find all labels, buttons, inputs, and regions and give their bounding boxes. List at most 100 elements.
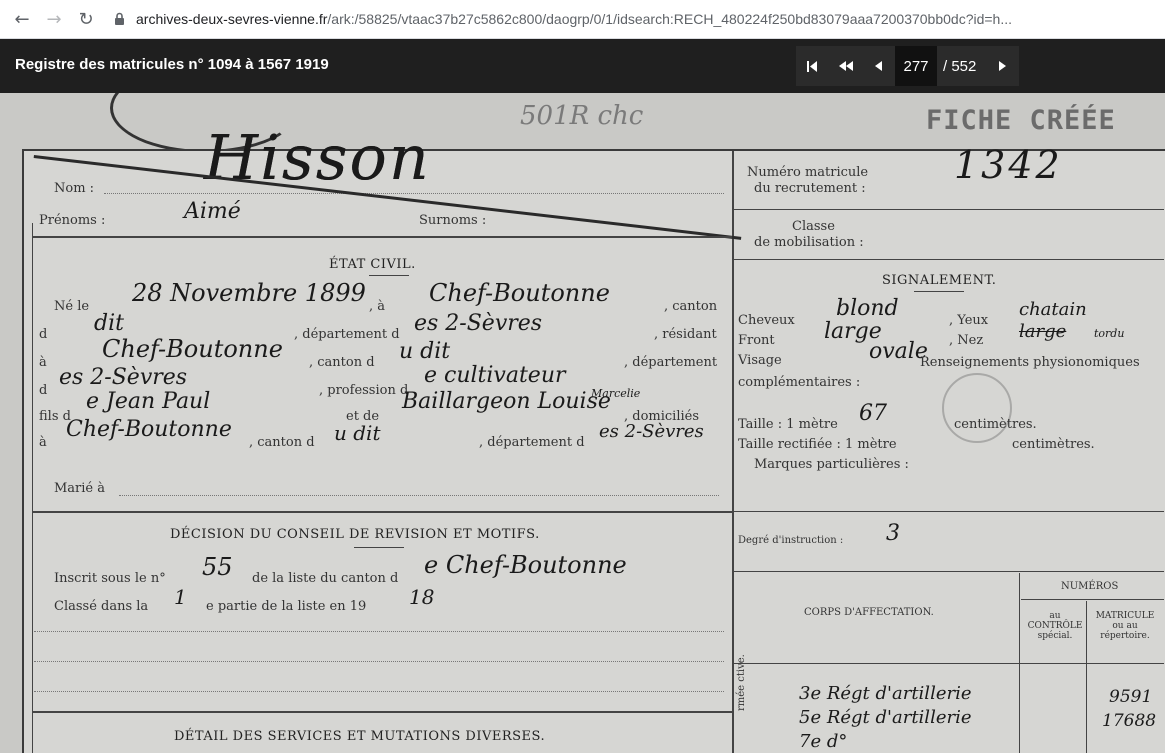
divider-2 bbox=[32, 511, 732, 513]
etat-civil-heading: ÉTAT CIVIL. bbox=[329, 257, 416, 272]
dept-hand: es 2-Sèvres bbox=[414, 311, 543, 336]
centimetres2-label: centimètres. bbox=[1012, 437, 1095, 452]
corps2-hand: 5e Régt d'artillerie bbox=[799, 707, 972, 728]
back-arrow-icon[interactable]: ← bbox=[6, 3, 38, 35]
forward-arrow-icon[interactable]: → bbox=[38, 3, 70, 35]
page-total: / 552 bbox=[943, 57, 977, 75]
prenom-handwriting: Aimé bbox=[184, 199, 241, 224]
rewind-icon[interactable] bbox=[829, 46, 862, 86]
matricule-rep-label: MATRICULE ou au répertoire. bbox=[1095, 611, 1155, 641]
visage-label: Visage bbox=[738, 353, 782, 368]
partie-label: e partie de la liste en 19 bbox=[206, 599, 367, 614]
first-page-icon[interactable] bbox=[796, 46, 829, 86]
document-title: Registre des matricules n° 1094 à 1567 1… bbox=[15, 56, 329, 73]
classe-dans-label: Classé dans la bbox=[54, 599, 149, 614]
centimetres-label: centimètres. bbox=[954, 417, 1037, 432]
du-recrutement-label: du recrutement : bbox=[754, 181, 866, 196]
surnoms-label: Surnoms : bbox=[419, 213, 487, 228]
signalement-underline bbox=[914, 291, 964, 292]
classe-label: Classe bbox=[792, 219, 835, 234]
previous-page-icon[interactable] bbox=[862, 46, 895, 86]
nom-label: Nom : bbox=[54, 181, 95, 196]
url-path: /ark:/58825/vtaac37b27c5862c800/daogrp/0… bbox=[327, 11, 1013, 27]
divider-3 bbox=[32, 711, 732, 713]
front-label: Front bbox=[738, 333, 775, 348]
signalement-heading: SIGNALEMENT. bbox=[882, 273, 997, 288]
url-field[interactable]: archives-deux-sevres-vienne.fr/ark:/5882… bbox=[136, 11, 1012, 27]
detail-heading: DÉTAIL DES SERVICES ET MUTATIONS DIVERSE… bbox=[174, 729, 546, 744]
d2-label: d bbox=[39, 383, 48, 398]
taille-hand: 67 bbox=[859, 401, 887, 426]
prenoms-label: Prénoms : bbox=[39, 213, 106, 228]
viewer-toolbar: Registre des matricules n° 1094 à 1567 1… bbox=[0, 39, 1165, 93]
departement-label: , département bbox=[624, 355, 718, 370]
lock-icon[interactable] bbox=[112, 11, 126, 27]
right-divider-2 bbox=[734, 259, 1164, 260]
yeux-label: , Yeux bbox=[949, 313, 989, 328]
birth-date-hand: 28 Novembre 1899 bbox=[132, 279, 366, 307]
canton3-hand: u dit bbox=[334, 421, 381, 445]
departement-d2-label: , département d bbox=[479, 435, 585, 450]
decision-line-1 bbox=[34, 631, 724, 632]
a-label: , à bbox=[369, 299, 386, 314]
mat1-hand: 9591 bbox=[1109, 687, 1153, 707]
armee-active-label: rmée ctive. bbox=[736, 654, 747, 711]
heading-underline bbox=[369, 275, 409, 276]
domicile-hand: Chef-Boutonne bbox=[66, 417, 232, 442]
document-scan: 501R chc FICHE CRÉÉE Nom : Hisson Hisson… bbox=[0, 93, 1165, 753]
complementaires-label: complémentaires : bbox=[738, 375, 861, 390]
margin-scribble: 501R chc bbox=[520, 101, 644, 131]
annee-hand: 18 bbox=[409, 585, 435, 609]
divider-1 bbox=[32, 236, 732, 238]
marie-label: Marié à bbox=[54, 481, 106, 496]
birth-place-hand: Chef-Boutonne bbox=[429, 279, 610, 307]
mobilisation-label: de mobilisation : bbox=[754, 235, 864, 250]
canton-hand: dit bbox=[94, 311, 124, 336]
surname-handwriting-sub: Hisson bbox=[204, 121, 431, 194]
nez-label: , Nez bbox=[949, 333, 984, 348]
list-number-hand: 55 bbox=[202, 553, 233, 581]
mother-hand: Baillargeon Louise bbox=[402, 389, 611, 414]
decision-underline bbox=[354, 547, 404, 548]
mother-suffix-hand: Marcelie bbox=[591, 387, 641, 400]
yeux-hand: chatain bbox=[1019, 299, 1087, 320]
marie-line bbox=[119, 495, 719, 496]
degre-hand: 3 bbox=[886, 521, 900, 546]
url-domain: archives-deux-sevres-vienne.fr bbox=[136, 11, 328, 27]
numeros-inner-divider bbox=[1086, 601, 1087, 753]
inner-border-left bbox=[32, 223, 33, 753]
canton-d-label: , canton d bbox=[309, 355, 375, 370]
matricule-hand: 1342 bbox=[954, 143, 1063, 187]
pagination: 277 / 552 bbox=[796, 46, 1020, 86]
degre-label: Degré d'instruction : bbox=[738, 535, 844, 546]
a2-label: à bbox=[39, 355, 47, 370]
decision-line-3 bbox=[34, 691, 724, 692]
numeros-label: NUMÉROS bbox=[1061, 581, 1119, 592]
page-number-input[interactable]: 277 bbox=[895, 46, 937, 86]
renseignements-label: Renseignements physionomiques bbox=[920, 355, 1140, 370]
profession-hand: e cultivateur bbox=[424, 363, 566, 388]
right-divider-3 bbox=[734, 511, 1164, 512]
taille-label: Taille : 1 mètre bbox=[738, 417, 838, 432]
nez-extra-hand: tordu bbox=[1094, 327, 1125, 340]
taille-rectifiee-label: Taille rectifiée : 1 mètre bbox=[738, 437, 897, 452]
mat2-hand: 17688 bbox=[1102, 711, 1157, 731]
father-hand: e Jean Paul bbox=[86, 389, 211, 414]
canton-label: , canton bbox=[664, 299, 718, 314]
nez-hand: large bbox=[1019, 321, 1067, 342]
cheveux-label: Cheveux bbox=[738, 313, 795, 328]
cheveux-hand: blond bbox=[836, 296, 899, 321]
corps1-hand: 3e Régt d'artillerie bbox=[799, 683, 972, 704]
marques-label: Marques particulières : bbox=[754, 457, 909, 472]
partie-hand: 1 bbox=[174, 585, 187, 609]
reload-icon[interactable]: ↻ bbox=[70, 3, 102, 35]
canton-liste-hand: e Chef-Boutonne bbox=[424, 551, 627, 579]
residence-hand: Chef-Boutonne bbox=[102, 335, 283, 363]
round-stamp bbox=[942, 373, 1012, 443]
ne-le-label: Né le bbox=[54, 299, 90, 314]
d-label: d bbox=[39, 327, 48, 342]
next-page-icon[interactable] bbox=[986, 46, 1019, 86]
numero-matricule-label: Numéro matricule bbox=[747, 165, 869, 180]
residant-label: , résidant bbox=[654, 327, 717, 342]
inscrit-label: Inscrit sous le n° bbox=[54, 571, 166, 586]
